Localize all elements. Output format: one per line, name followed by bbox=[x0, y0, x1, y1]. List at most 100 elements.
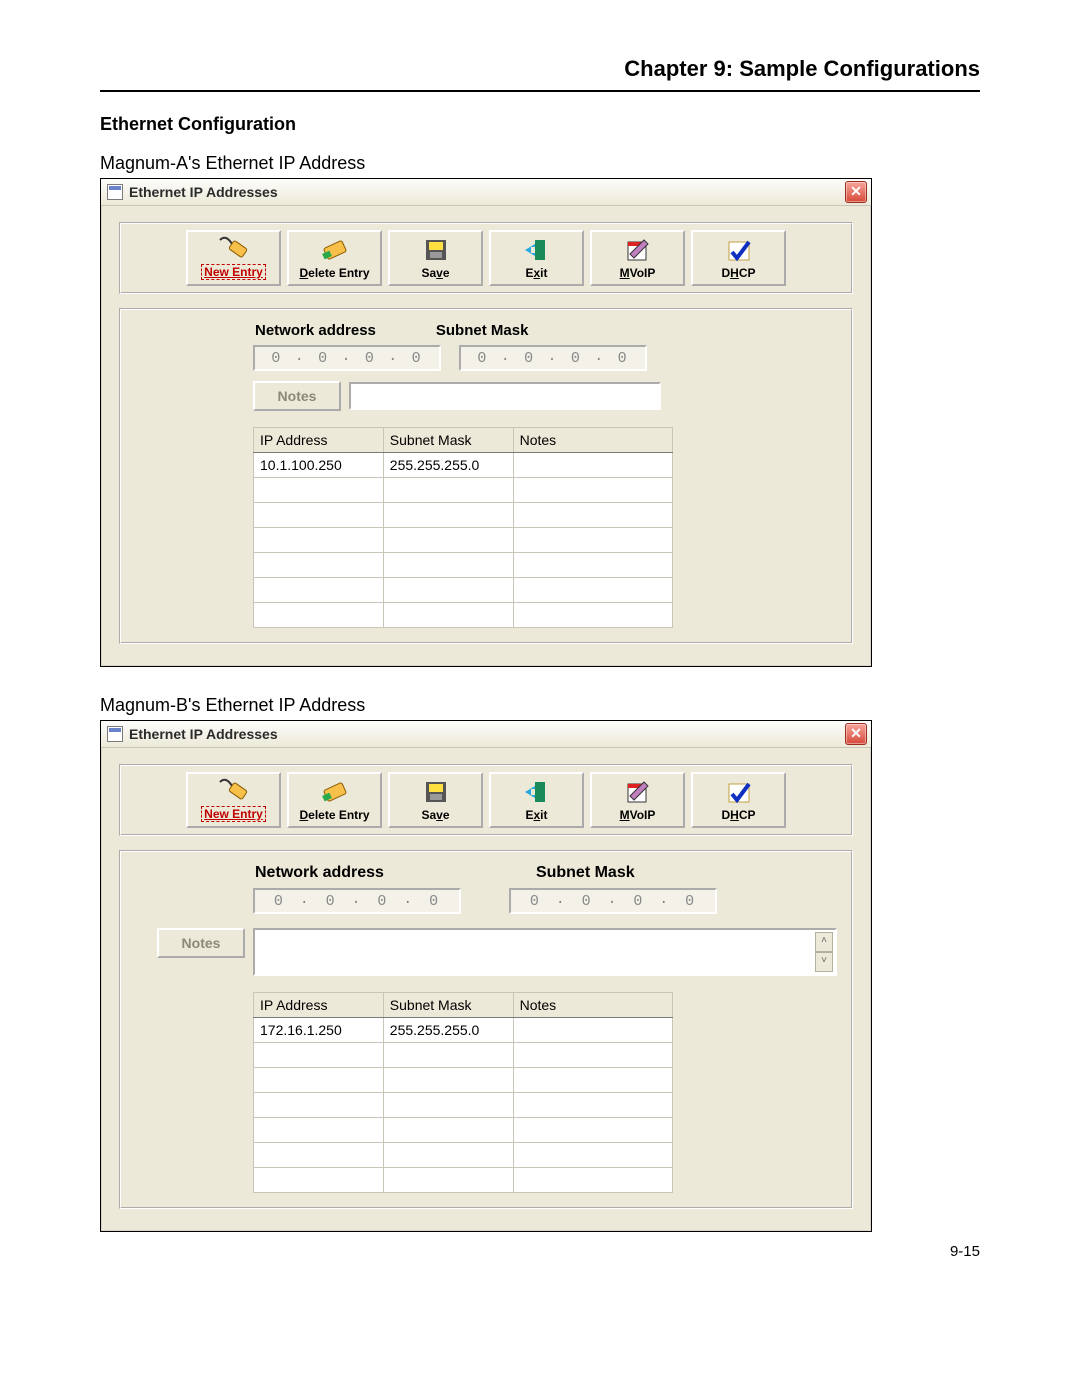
table-cell[interactable] bbox=[513, 528, 672, 553]
table-cell[interactable] bbox=[383, 1168, 513, 1193]
notes-button[interactable]: Notes bbox=[253, 381, 341, 411]
table-row[interactable] bbox=[254, 1118, 673, 1143]
table-cell[interactable] bbox=[513, 553, 672, 578]
table-cell[interactable] bbox=[254, 553, 384, 578]
exit-door-icon bbox=[521, 236, 553, 264]
mvoip-label: MVoIP bbox=[620, 808, 656, 822]
dhcp-button[interactable]: DHCP bbox=[691, 772, 786, 828]
exit-button[interactable]: Exit bbox=[489, 772, 584, 828]
network-address-input[interactable]: 0. 0. 0. 0 bbox=[253, 888, 461, 914]
table-row[interactable] bbox=[254, 503, 673, 528]
scroll-up-icon[interactable]: ˄ bbox=[815, 932, 833, 952]
ip-table-body-a: 10.1.100.250255.255.255.0 bbox=[254, 453, 673, 628]
delete-entry-button[interactable]: Delete Entry bbox=[287, 230, 382, 286]
table-cell[interactable] bbox=[513, 1168, 672, 1193]
table-cell[interactable]: 172.16.1.250 bbox=[254, 1018, 384, 1043]
col-notes[interactable]: Notes bbox=[513, 428, 672, 453]
table-cell[interactable] bbox=[254, 478, 384, 503]
exit-button[interactable]: Exit bbox=[489, 230, 584, 286]
pencil-plug-icon bbox=[218, 236, 250, 264]
table-cell[interactable] bbox=[513, 453, 672, 478]
table-cell[interactable] bbox=[513, 1068, 672, 1093]
col-ip[interactable]: IP Address bbox=[254, 993, 384, 1018]
table-cell[interactable] bbox=[513, 578, 672, 603]
checkmark-page-icon bbox=[723, 778, 755, 806]
col-notes[interactable]: Notes bbox=[513, 993, 672, 1018]
table-cell[interactable] bbox=[383, 1043, 513, 1068]
table-cell[interactable] bbox=[254, 1043, 384, 1068]
subnet-mask-label: Subnet Mask bbox=[536, 864, 635, 882]
col-mask[interactable]: Subnet Mask bbox=[383, 428, 513, 453]
col-ip[interactable]: IP Address bbox=[254, 428, 384, 453]
table-cell[interactable] bbox=[383, 1068, 513, 1093]
table-cell[interactable] bbox=[383, 553, 513, 578]
table-row[interactable]: 10.1.100.250255.255.255.0 bbox=[254, 453, 673, 478]
mvoip-button[interactable]: MVoIP bbox=[590, 230, 685, 286]
table-row[interactable] bbox=[254, 1143, 673, 1168]
table-row[interactable] bbox=[254, 578, 673, 603]
notes-scrollbar[interactable]: ˄ ˅ bbox=[815, 932, 833, 972]
table-row[interactable] bbox=[254, 1168, 673, 1193]
table-cell[interactable] bbox=[254, 603, 384, 628]
table-cell[interactable] bbox=[383, 503, 513, 528]
subnet-mask-input[interactable]: 0. 0. 0. 0 bbox=[509, 888, 717, 914]
table-row[interactable] bbox=[254, 478, 673, 503]
new-entry-button[interactable]: New Entry bbox=[186, 772, 281, 828]
notes-button[interactable]: Notes bbox=[157, 928, 245, 958]
table-cell[interactable] bbox=[513, 478, 672, 503]
notes-input[interactable] bbox=[349, 382, 661, 410]
table-cell[interactable] bbox=[254, 1093, 384, 1118]
table-cell[interactable] bbox=[254, 1068, 384, 1093]
table-cell[interactable] bbox=[254, 528, 384, 553]
table-cell[interactable] bbox=[383, 528, 513, 553]
table-cell[interactable] bbox=[383, 603, 513, 628]
table-row[interactable] bbox=[254, 1043, 673, 1068]
table-cell[interactable] bbox=[383, 1093, 513, 1118]
window-b: Ethernet IP Addresses ✕ New Entry Delete… bbox=[100, 720, 872, 1232]
table-row[interactable] bbox=[254, 1093, 673, 1118]
notebook-pen-icon bbox=[622, 236, 654, 264]
table-cell[interactable] bbox=[254, 1168, 384, 1193]
notes-input[interactable]: ˄ ˅ bbox=[253, 928, 837, 976]
table-cell[interactable] bbox=[383, 478, 513, 503]
table-cell[interactable]: 255.255.255.0 bbox=[383, 453, 513, 478]
eraser-icon bbox=[319, 778, 351, 806]
delete-entry-label: Delete Entry bbox=[299, 266, 369, 280]
close-icon[interactable]: ✕ bbox=[845, 181, 867, 203]
save-button[interactable]: Save bbox=[388, 772, 483, 828]
table-cell[interactable] bbox=[513, 1093, 672, 1118]
subnet-mask-input[interactable]: 0. 0. 0. 0 bbox=[459, 345, 647, 371]
col-mask[interactable]: Subnet Mask bbox=[383, 993, 513, 1018]
table-cell[interactable] bbox=[254, 578, 384, 603]
table-row[interactable] bbox=[254, 1068, 673, 1093]
table-cell[interactable] bbox=[513, 1118, 672, 1143]
table-cell[interactable] bbox=[254, 503, 384, 528]
table-cell[interactable] bbox=[254, 1118, 384, 1143]
table-cell[interactable] bbox=[383, 1143, 513, 1168]
ip-table-body-b: 172.16.1.250255.255.255.0 bbox=[254, 1018, 673, 1193]
save-button[interactable]: Save bbox=[388, 230, 483, 286]
save-label: Save bbox=[421, 266, 449, 280]
table-row[interactable] bbox=[254, 553, 673, 578]
new-entry-button[interactable]: New Entry bbox=[186, 230, 281, 286]
scroll-down-icon[interactable]: ˅ bbox=[815, 952, 833, 972]
exit-label: Exit bbox=[525, 266, 547, 280]
table-cell[interactable] bbox=[513, 503, 672, 528]
delete-entry-button[interactable]: Delete Entry bbox=[287, 772, 382, 828]
network-address-input[interactable]: 0. 0. 0. 0 bbox=[253, 345, 441, 371]
table-cell[interactable] bbox=[513, 603, 672, 628]
dhcp-button[interactable]: DHCP bbox=[691, 230, 786, 286]
table-cell[interactable] bbox=[254, 1143, 384, 1168]
mvoip-button[interactable]: MVoIP bbox=[590, 772, 685, 828]
table-cell[interactable] bbox=[513, 1143, 672, 1168]
table-cell[interactable]: 255.255.255.0 bbox=[383, 1018, 513, 1043]
table-cell[interactable] bbox=[513, 1043, 672, 1068]
table-cell[interactable]: 10.1.100.250 bbox=[254, 453, 384, 478]
table-cell[interactable] bbox=[513, 1018, 672, 1043]
table-row[interactable] bbox=[254, 528, 673, 553]
close-icon[interactable]: ✕ bbox=[845, 723, 867, 745]
table-cell[interactable] bbox=[383, 578, 513, 603]
table-cell[interactable] bbox=[383, 1118, 513, 1143]
table-row[interactable] bbox=[254, 603, 673, 628]
table-row[interactable]: 172.16.1.250255.255.255.0 bbox=[254, 1018, 673, 1043]
